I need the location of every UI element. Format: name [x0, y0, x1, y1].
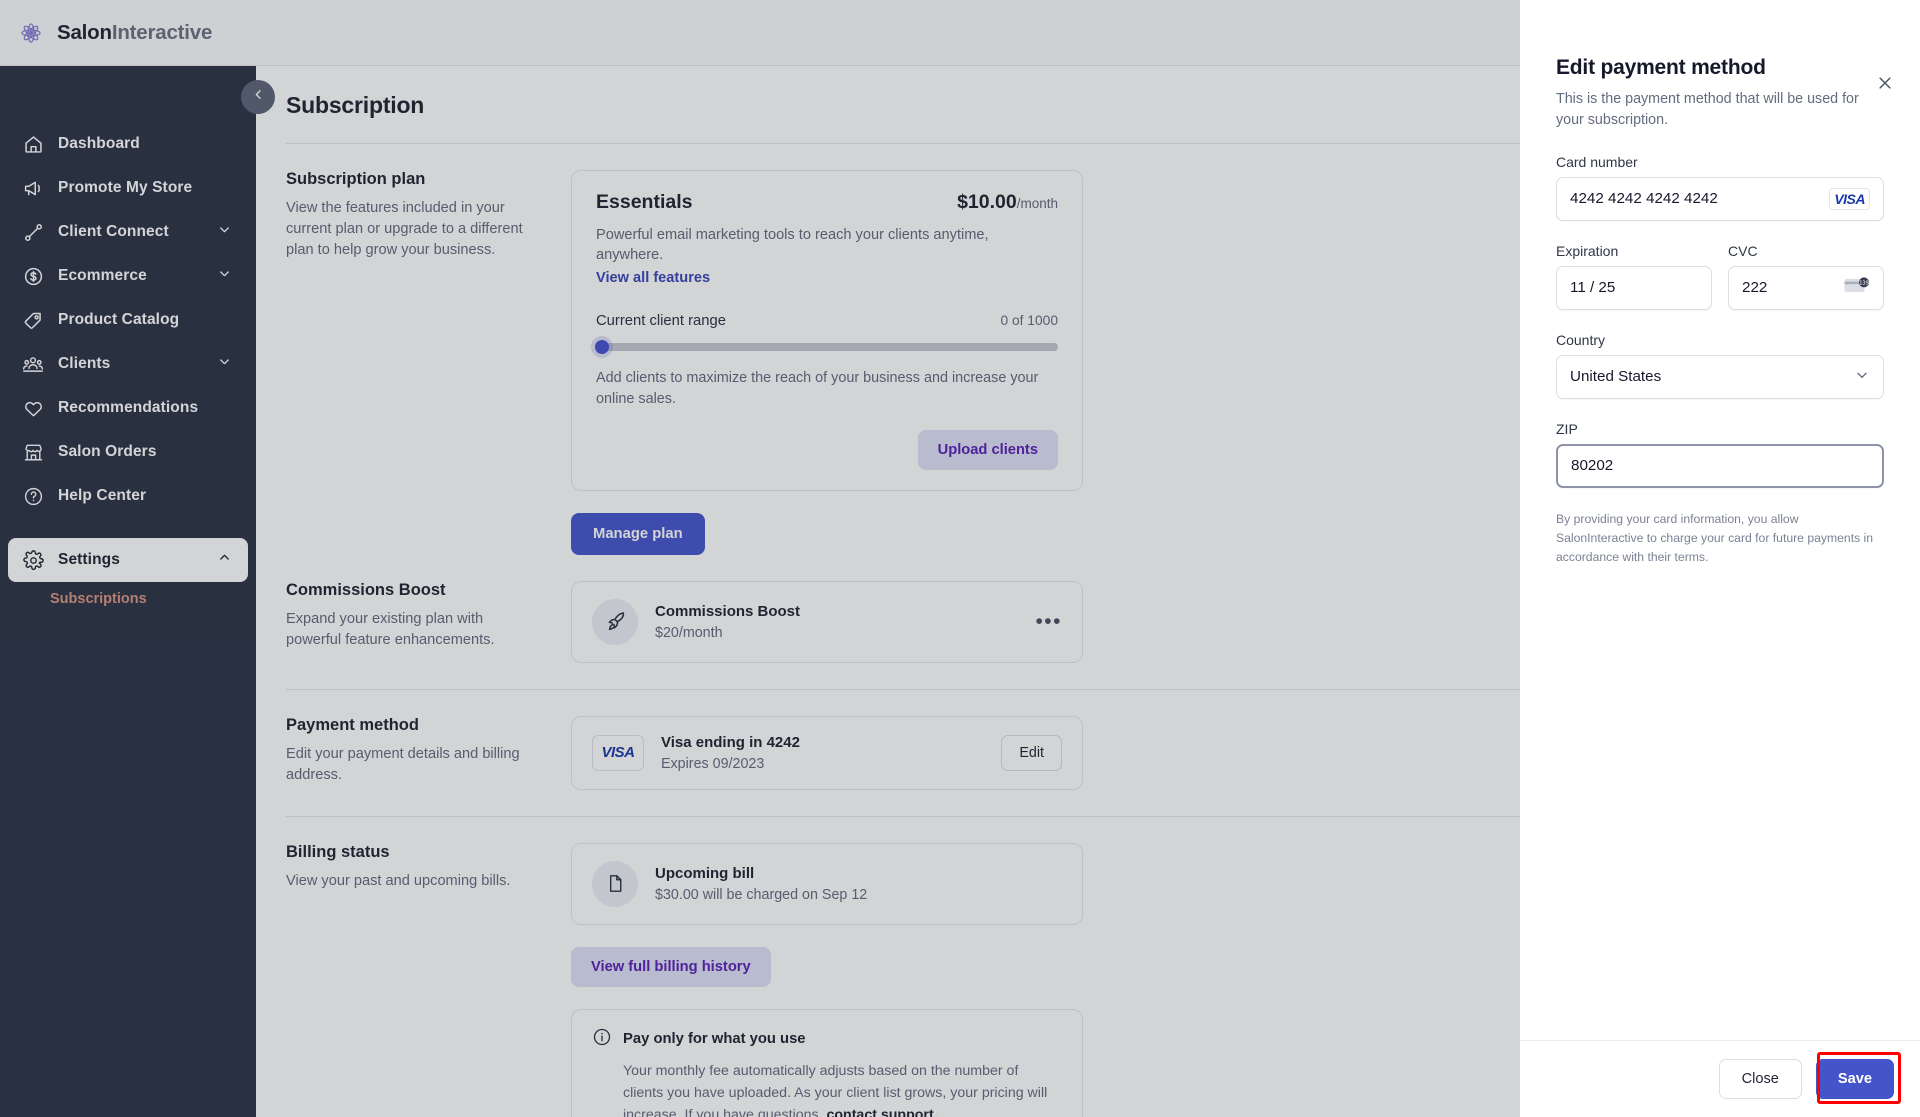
expiration-cvc-row: Expiration 11 / 25 CVC 222 139 [1556, 243, 1884, 310]
card-number-label: Card number [1556, 153, 1638, 170]
card-number-field: Card number 4242 4242 4242 4242 VISA [1556, 154, 1884, 221]
svg-text:139: 139 [1859, 280, 1869, 286]
close-drawer-button[interactable] [1876, 74, 1894, 97]
modal-overlay[interactable] [0, 0, 1520, 1117]
card-disclaimer: By providing your card information, you … [1556, 511, 1874, 564]
close-icon [1876, 77, 1894, 96]
drawer-footer: Close Save [1520, 1040, 1920, 1117]
drawer-description: This is the payment method that will be … [1556, 91, 1859, 129]
visa-logo-icon: VISA [1829, 187, 1870, 210]
close-button[interactable]: Close [1718, 1059, 1802, 1099]
drawer-title: Edit payment method [1556, 56, 1766, 79]
save-button[interactable]: Save [1815, 1059, 1894, 1099]
cvc-input[interactable]: 222 139 [1728, 265, 1884, 310]
expiration-field: Expiration 11 / 25 [1556, 243, 1712, 310]
country-value: United States [1570, 368, 1662, 386]
card-number-value: 4242 4242 4242 4242 [1570, 190, 1718, 208]
zip-field: ZIP 80202 [1556, 421, 1884, 488]
card-cvc-icon: 139 [1844, 277, 1870, 299]
expiration-label: Expiration [1556, 242, 1619, 259]
zip-label: ZIP [1556, 420, 1578, 437]
cvc-value: 222 [1742, 279, 1768, 297]
country-field: Country United States [1556, 332, 1884, 399]
zip-value: 80202 [1571, 457, 1614, 475]
country-label: Country [1556, 331, 1606, 348]
chevron-down-icon [1854, 367, 1870, 387]
expiration-value: 11 / 25 [1570, 279, 1616, 297]
card-number-input[interactable]: 4242 4242 4242 4242 VISA [1556, 176, 1884, 221]
edit-payment-method-drawer: Edit payment method This is the payment … [1520, 0, 1920, 1117]
country-select[interactable]: United States [1556, 354, 1884, 399]
zip-input[interactable]: 80202 [1556, 443, 1884, 488]
expiration-input[interactable]: 11 / 25 [1556, 265, 1712, 310]
cvc-label: CVC [1728, 242, 1758, 259]
cvc-field: CVC 222 139 [1728, 243, 1884, 310]
